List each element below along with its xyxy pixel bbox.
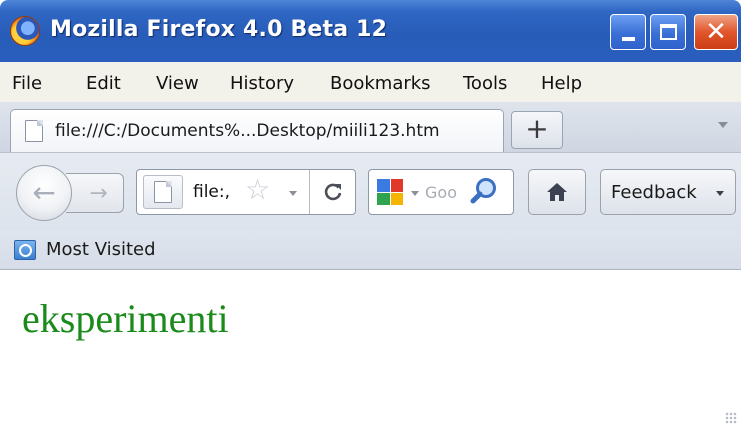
google-icon[interactable] — [377, 179, 403, 205]
new-tab-button[interactable]: + — [511, 111, 563, 149]
feedback-label: Feedback — [611, 182, 697, 203]
bookmark-most-visited[interactable]: Most Visited — [46, 239, 156, 260]
title-bar[interactable]: Mozilla Firefox 4.0 Beta 12 ✕ — [0, 0, 741, 62]
feedback-button[interactable]: Feedback — [600, 169, 736, 215]
menu-tools[interactable]: Tools — [463, 73, 507, 94]
tab-current[interactable]: file:///C:/Documents%...Desktop/miili123… — [10, 109, 504, 152]
document-icon — [154, 181, 172, 203]
maximize-button[interactable] — [650, 14, 686, 50]
menu-bookmarks[interactable]: Bookmarks — [330, 73, 431, 94]
menu-view[interactable]: View — [156, 73, 199, 94]
window-title: Mozilla Firefox 4.0 Beta 12 — [50, 17, 388, 42]
menu-help[interactable]: Help — [541, 73, 582, 94]
url-history-dropdown-icon[interactable] — [289, 191, 297, 196]
most-visited-icon — [14, 240, 36, 260]
home-button[interactable] — [528, 169, 586, 215]
chevron-down-icon — [716, 191, 724, 196]
magnifier-icon[interactable] — [469, 176, 499, 206]
reload-icon — [324, 183, 341, 201]
firefox-logo-icon[interactable] — [10, 16, 40, 46]
tab-list-dropdown-icon[interactable] — [718, 122, 728, 128]
star-icon[interactable]: ☆ — [245, 176, 270, 204]
menu-edit[interactable]: Edit — [86, 73, 121, 94]
forward-button[interactable]: → — [66, 173, 124, 213]
back-button[interactable]: ← — [16, 165, 72, 221]
url-bar[interactable]: file:, ☆ — [136, 169, 356, 215]
menu-file[interactable]: File — [12, 73, 42, 94]
forward-arrow-icon: → — [89, 180, 108, 206]
tab-label: file:///C:/Documents%...Desktop/miili123… — [55, 121, 440, 141]
minimize-button[interactable] — [610, 14, 646, 50]
back-arrow-icon: ← — [32, 176, 56, 209]
reload-button[interactable] — [309, 170, 355, 214]
url-input[interactable]: file:, — [193, 182, 245, 202]
document-icon — [25, 120, 43, 142]
home-icon — [547, 183, 567, 201]
close-button[interactable]: ✕ — [694, 14, 738, 50]
navigation-toolbar: → ← file:, ☆ Goo Feedback — [0, 152, 741, 230]
page-heading: eksperimenti — [22, 296, 229, 341]
menu-bar: File Edit View History Bookmarks Tools H… — [0, 62, 741, 102]
maximize-icon — [659, 24, 677, 40]
page-content: eksperimenti — [0, 271, 741, 430]
plus-icon: + — [525, 112, 549, 145]
search-bar[interactable]: Goo — [368, 169, 514, 215]
tab-strip: file:///C:/Documents%...Desktop/miili123… — [0, 102, 741, 152]
menu-history[interactable]: History — [230, 73, 294, 94]
search-input[interactable]: Goo — [425, 183, 465, 202]
resize-grip-icon[interactable] — [725, 412, 737, 424]
search-engine-dropdown-icon[interactable] — [411, 191, 419, 196]
site-identity-button[interactable] — [143, 175, 183, 209]
bookmarks-toolbar: Most Visited — [0, 230, 741, 270]
minimize-icon — [621, 37, 635, 41]
close-icon: ✕ — [705, 17, 727, 47]
